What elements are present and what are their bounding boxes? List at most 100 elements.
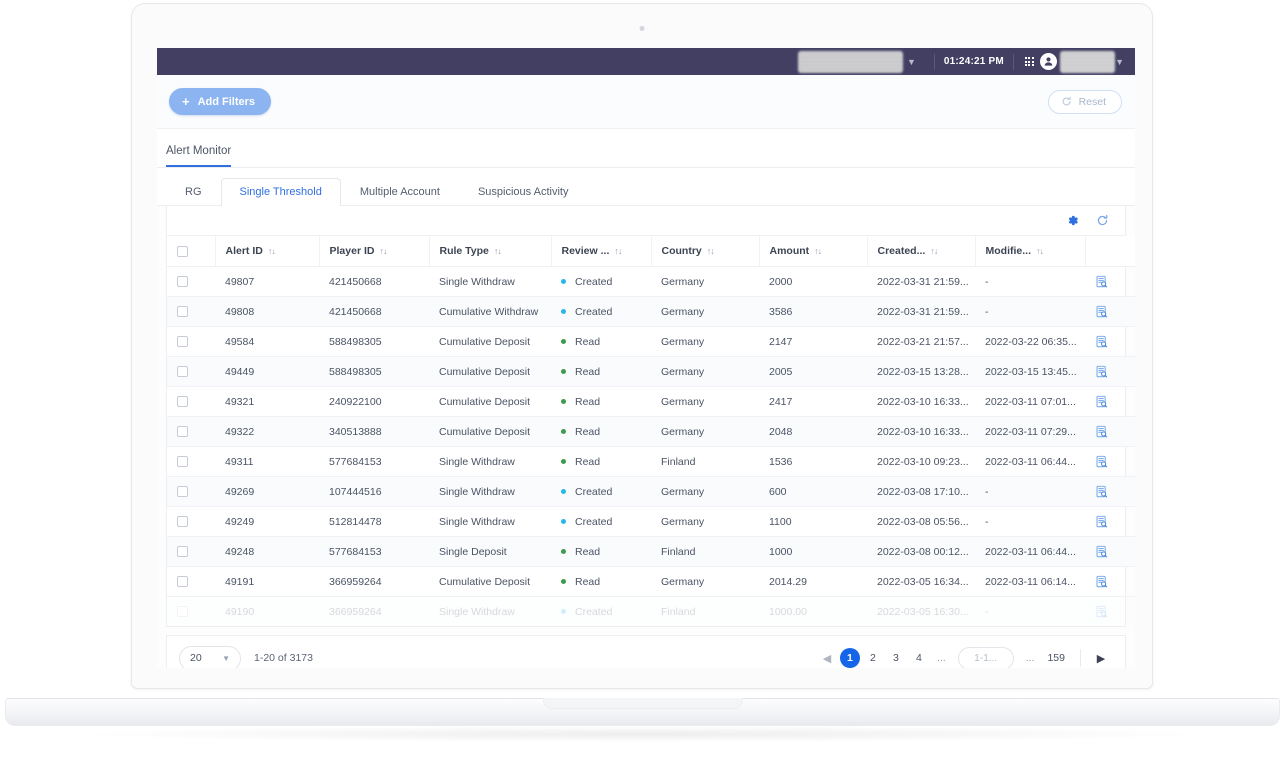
document-search-icon[interactable] bbox=[1095, 605, 1108, 618]
cell-action[interactable] bbox=[1085, 567, 1135, 597]
column-header-player-id[interactable]: Player ID ↑↓ bbox=[319, 236, 429, 267]
sort-icon[interactable]: ↑↓ bbox=[614, 246, 621, 256]
table-row[interactable]: 49807421450668Single WithdrawCreatedGerm… bbox=[167, 267, 1135, 297]
table-row[interactable]: 49584588498305Cumulative DepositReadGerm… bbox=[167, 327, 1135, 357]
cell-player-id[interactable]: 366959264 bbox=[319, 567, 429, 597]
row-checkbox[interactable] bbox=[177, 516, 188, 527]
column-header-country[interactable]: Country↑↓ bbox=[651, 236, 759, 267]
table-row[interactable]: 49321240922100Cumulative DepositReadGerm… bbox=[167, 387, 1135, 417]
table-row[interactable]: 49249512814478Single WithdrawCreatedGerm… bbox=[167, 507, 1135, 537]
table-row[interactable]: 49191366959264Cumulative DepositReadGerm… bbox=[167, 567, 1135, 597]
document-search-icon[interactable] bbox=[1095, 395, 1108, 408]
page-button-1[interactable]: 1 bbox=[840, 648, 860, 668]
grid-apps-icon[interactable] bbox=[1025, 57, 1034, 66]
row-checkbox[interactable] bbox=[177, 576, 188, 587]
chevron-down-icon[interactable]: ▼ bbox=[907, 57, 916, 67]
table-row[interactable]: 49449588498305Cumulative DepositReadGerm… bbox=[167, 357, 1135, 387]
cell-action[interactable] bbox=[1085, 537, 1135, 567]
row-checkbox[interactable] bbox=[177, 456, 188, 467]
cell-player-id[interactable]: 588498305 bbox=[319, 327, 429, 357]
tab-rg[interactable]: RG bbox=[166, 178, 221, 206]
row-checkbox[interactable] bbox=[177, 426, 188, 437]
sort-icon[interactable]: ↑↓ bbox=[707, 246, 714, 256]
add-filters-button[interactable]: + Add Filters bbox=[169, 88, 271, 115]
cell-action[interactable] bbox=[1085, 387, 1135, 417]
document-search-icon[interactable] bbox=[1095, 455, 1108, 468]
sort-icon[interactable]: ↑↓ bbox=[494, 246, 501, 256]
cell-action[interactable] bbox=[1085, 267, 1135, 297]
reset-button[interactable]: Reset bbox=[1048, 90, 1122, 114]
cell-action[interactable] bbox=[1085, 507, 1135, 537]
prev-page-button[interactable]: ◀ bbox=[817, 647, 837, 668]
document-search-icon[interactable] bbox=[1095, 425, 1108, 438]
user-avatar-icon[interactable] bbox=[1040, 53, 1057, 70]
page-button-3[interactable]: 3 bbox=[886, 648, 906, 668]
document-search-icon[interactable] bbox=[1095, 575, 1108, 588]
table-row[interactable]: 49269107444516Single WithdrawCreatedGerm… bbox=[167, 477, 1135, 507]
cell-player-id[interactable]: 512814478 bbox=[319, 507, 429, 537]
cell-player-id[interactable]: 366959264 bbox=[319, 597, 429, 627]
document-search-icon[interactable] bbox=[1095, 545, 1108, 558]
page-jump-input[interactable] bbox=[959, 653, 1013, 664]
page-button-2[interactable]: 2 bbox=[863, 648, 883, 668]
column-header-modified[interactable]: Modifie...↑↓ bbox=[975, 236, 1085, 267]
document-search-icon[interactable] bbox=[1095, 275, 1108, 288]
column-label: Player ID bbox=[330, 245, 375, 257]
row-checkbox[interactable] bbox=[177, 396, 188, 407]
sort-icon[interactable]: ↑↓ bbox=[379, 246, 386, 256]
cell-player-id[interactable]: 340513888 bbox=[319, 417, 429, 447]
document-search-icon[interactable] bbox=[1095, 365, 1108, 378]
tab-suspicious-activity[interactable]: Suspicious Activity bbox=[459, 178, 587, 206]
page-button-last[interactable]: 159 bbox=[1042, 648, 1070, 668]
refresh-icon[interactable] bbox=[1096, 214, 1109, 227]
row-checkbox[interactable] bbox=[177, 366, 188, 377]
cell-action[interactable] bbox=[1085, 357, 1135, 387]
table-row[interactable]: 49190366959264Single WithdrawCreatedFinl… bbox=[167, 597, 1135, 627]
cell-player-id[interactable]: 421450668 bbox=[319, 267, 429, 297]
cell-player-id[interactable]: 577684153 bbox=[319, 537, 429, 567]
page-size-select[interactable]: 20 ▼ bbox=[179, 646, 241, 669]
row-checkbox[interactable] bbox=[177, 336, 188, 347]
cell-player-id[interactable]: 588498305 bbox=[319, 357, 429, 387]
sort-icon[interactable]: ↑↓ bbox=[814, 246, 821, 256]
chevron-down-icon[interactable]: ▼ bbox=[1115, 57, 1124, 67]
cell-player-id[interactable]: 107444516 bbox=[319, 477, 429, 507]
document-search-icon[interactable] bbox=[1095, 515, 1108, 528]
row-checkbox[interactable] bbox=[177, 306, 188, 317]
cell-action[interactable] bbox=[1085, 477, 1135, 507]
select-all-checkbox[interactable] bbox=[177, 246, 188, 257]
row-checkbox[interactable] bbox=[177, 276, 188, 287]
table-row[interactable]: 49248577684153Single DepositReadFinland1… bbox=[167, 537, 1135, 567]
cell-action[interactable] bbox=[1085, 597, 1135, 627]
next-page-button[interactable]: ▶ bbox=[1091, 647, 1111, 668]
cell-action[interactable] bbox=[1085, 327, 1135, 357]
tab-single-threshold[interactable]: Single Threshold bbox=[221, 178, 341, 206]
page-button-4[interactable]: 4 bbox=[909, 648, 929, 668]
sort-icon[interactable]: ↑↓ bbox=[1036, 246, 1043, 256]
cell-player-id[interactable]: 421450668 bbox=[319, 297, 429, 327]
cell-player-id[interactable]: 577684153 bbox=[319, 447, 429, 477]
column-header-alert-id[interactable]: Alert ID↑↓ bbox=[215, 236, 319, 267]
cell-action[interactable] bbox=[1085, 447, 1135, 477]
gear-icon[interactable] bbox=[1066, 214, 1079, 227]
document-search-icon[interactable] bbox=[1095, 485, 1108, 498]
cell-action[interactable] bbox=[1085, 297, 1135, 327]
column-header-created[interactable]: Created...↑↓ bbox=[867, 236, 975, 267]
column-header-amount[interactable]: Amount↑↓ bbox=[759, 236, 867, 267]
row-checkbox[interactable] bbox=[177, 486, 188, 497]
table-row[interactable]: 49322340513888Cumulative DepositReadGerm… bbox=[167, 417, 1135, 447]
sort-icon[interactable]: ↑↓ bbox=[268, 246, 275, 256]
cell-player-id[interactable]: 240922100 bbox=[319, 387, 429, 417]
column-header-review-status[interactable]: Review ...↑↓ bbox=[551, 236, 651, 267]
sort-icon[interactable]: ↑↓ bbox=[930, 246, 937, 256]
tab-multiple-account[interactable]: Multiple Account bbox=[341, 178, 459, 206]
row-checkbox[interactable] bbox=[177, 546, 188, 557]
row-checkbox[interactable] bbox=[177, 606, 188, 617]
document-search-icon[interactable] bbox=[1095, 305, 1108, 318]
page-jump-field[interactable] bbox=[958, 647, 1014, 669]
table-row[interactable]: 49311577684153Single WithdrawReadFinland… bbox=[167, 447, 1135, 477]
table-row[interactable]: 49808421450668Cumulative WithdrawCreated… bbox=[167, 297, 1135, 327]
document-search-icon[interactable] bbox=[1095, 335, 1108, 348]
column-header-rule-type[interactable]: Rule Type↑↓ bbox=[429, 236, 551, 267]
cell-action[interactable] bbox=[1085, 417, 1135, 447]
